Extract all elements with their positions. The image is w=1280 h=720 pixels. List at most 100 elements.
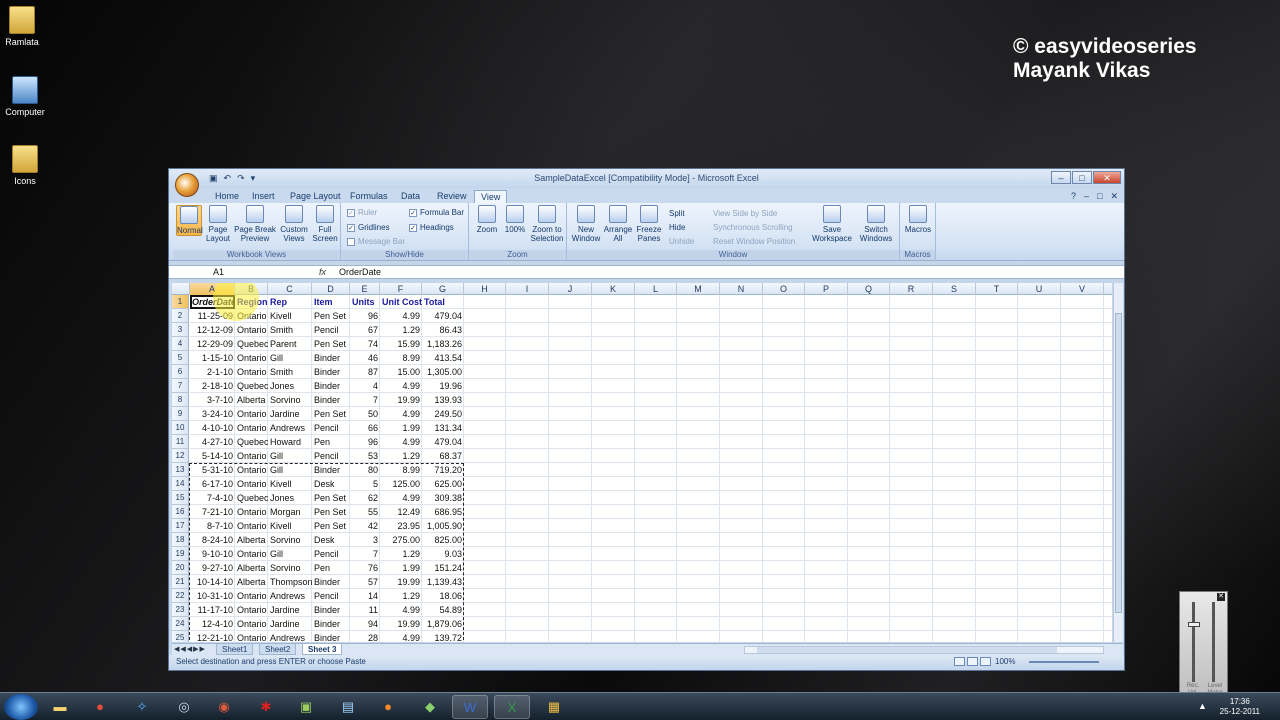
formula-input[interactable]: OrderDate bbox=[339, 267, 381, 277]
app-icon[interactable]: ▦ bbox=[536, 695, 572, 719]
table-cell[interactable]: 7 bbox=[350, 393, 380, 407]
table-cell[interactable]: 1,183.26 bbox=[422, 337, 464, 351]
column-header-f[interactable]: F bbox=[380, 283, 422, 295]
table-cell[interactable]: 131.34 bbox=[422, 421, 464, 435]
zoom-slider[interactable] bbox=[1029, 661, 1099, 663]
unhide-button[interactable]: Unhide bbox=[669, 237, 694, 246]
sheet-tab-sheet1[interactable]: Sheet1 bbox=[216, 644, 254, 655]
row-header[interactable]: 1 bbox=[172, 295, 189, 309]
table-cell[interactable]: 96 bbox=[350, 435, 380, 449]
table-cell[interactable]: 5-14-10 bbox=[190, 449, 235, 463]
row-header[interactable]: 3 bbox=[172, 323, 189, 337]
table-cell[interactable]: Quebec bbox=[235, 435, 268, 449]
macros-button[interactable]: Macros bbox=[903, 205, 933, 234]
explorer-icon[interactable]: ▬ bbox=[42, 695, 78, 719]
table-cell[interactable]: 74 bbox=[350, 337, 380, 351]
maximize-button[interactable]: □ bbox=[1072, 171, 1092, 184]
table-cell[interactable]: 1.29 bbox=[380, 323, 422, 337]
app-icon[interactable]: ▤ bbox=[330, 695, 366, 719]
table-cell[interactable]: Gill bbox=[268, 351, 312, 365]
select-all-corner[interactable] bbox=[172, 283, 190, 295]
ribbon-minimize-icon[interactable]: – bbox=[1084, 191, 1089, 202]
table-cell[interactable]: 4-10-10 bbox=[190, 421, 235, 435]
hide-button[interactable]: Hide bbox=[669, 223, 685, 232]
table-cell[interactable]: Binder bbox=[312, 379, 350, 393]
table-cell[interactable]: 68.37 bbox=[422, 449, 464, 463]
table-cell[interactable]: 139.93 bbox=[422, 393, 464, 407]
table-cell[interactable]: 96 bbox=[350, 309, 380, 323]
tab-review[interactable]: Review bbox=[431, 190, 473, 203]
column-header-i[interactable]: I bbox=[506, 283, 549, 295]
row-header[interactable]: 18 bbox=[172, 533, 189, 547]
table-cell[interactable]: Ontario bbox=[235, 421, 268, 435]
scroll-thumb[interactable] bbox=[757, 647, 1057, 653]
table-cell[interactable]: Ontario bbox=[235, 449, 268, 463]
table-cell[interactable]: 1-15-10 bbox=[190, 351, 235, 365]
table-cell[interactable]: 4.99 bbox=[380, 379, 422, 393]
page-break-icon[interactable] bbox=[980, 657, 991, 666]
name-box[interactable]: A1 bbox=[171, 267, 276, 278]
table-cell[interactable]: 67 bbox=[350, 323, 380, 337]
synchronous-scrolling-button[interactable]: Synchronous Scrolling bbox=[713, 223, 793, 232]
table-cell[interactable]: 413.54 bbox=[422, 351, 464, 365]
column-header-n[interactable]: N bbox=[720, 283, 763, 295]
column-title-cell[interactable]: Unit Cost bbox=[380, 295, 422, 309]
sheet-nav-arrows[interactable]: ◀◀◀▶▶ bbox=[174, 645, 206, 653]
table-cell[interactable]: 19.99 bbox=[380, 393, 422, 407]
desktop-icon-ramlata[interactable]: Ramlata bbox=[0, 6, 52, 47]
rec-volume-track[interactable] bbox=[1192, 602, 1195, 682]
row-header[interactable]: 14 bbox=[172, 477, 189, 491]
row-header[interactable]: 22 bbox=[172, 589, 189, 603]
table-cell[interactable]: 15.00 bbox=[380, 365, 422, 379]
horizontal-scrollbar[interactable] bbox=[744, 646, 1104, 654]
excel-icon[interactable]: X bbox=[494, 695, 530, 719]
table-cell[interactable]: Kivell bbox=[268, 309, 312, 323]
column-header-u[interactable]: U bbox=[1018, 283, 1061, 295]
row-header[interactable]: 9 bbox=[172, 407, 189, 421]
tab-page-layout[interactable]: Page Layout bbox=[284, 190, 347, 203]
rec-volume-knob[interactable] bbox=[1188, 622, 1200, 627]
table-cell[interactable]: Quebec bbox=[235, 379, 268, 393]
table-cell[interactable]: Quebec bbox=[235, 337, 268, 351]
table-cell[interactable]: 2-1-10 bbox=[190, 365, 235, 379]
column-header-h[interactable]: H bbox=[464, 283, 506, 295]
sheet-tab-sheet2[interactable]: Sheet2 bbox=[259, 644, 297, 655]
table-cell[interactable]: 66 bbox=[350, 421, 380, 435]
ribbon-restore-icon[interactable]: □ bbox=[1097, 191, 1102, 202]
row-header[interactable]: 24 bbox=[172, 617, 189, 631]
table-cell[interactable]: 3-24-10 bbox=[190, 407, 235, 421]
row-header[interactable]: 20 bbox=[172, 561, 189, 575]
zoom-button[interactable]: Zoom bbox=[473, 205, 501, 234]
page-break-preview-button[interactable]: Page Break Preview bbox=[233, 205, 277, 243]
ribbon-close-icon[interactable]: ✕ bbox=[1110, 191, 1118, 202]
table-cell[interactable]: Binder bbox=[312, 393, 350, 407]
column-title-cell[interactable]: Units bbox=[350, 295, 380, 309]
close-icon[interactable]: ✕ bbox=[1217, 593, 1225, 601]
row-header[interactable]: 7 bbox=[172, 379, 189, 393]
word-icon[interactable]: W bbox=[452, 695, 488, 719]
switch-windows-button[interactable]: Switch Windows bbox=[855, 205, 897, 243]
tab-data[interactable]: Data bbox=[395, 190, 426, 203]
zoom-100-button[interactable]: 100% bbox=[503, 205, 527, 234]
row-header[interactable]: 21 bbox=[172, 575, 189, 589]
clock[interactable]: 17:36 25-12-2011 bbox=[1220, 697, 1260, 717]
new-window-button[interactable]: New Window bbox=[571, 205, 601, 243]
row-header[interactable]: 11 bbox=[172, 435, 189, 449]
column-header-c[interactable]: C bbox=[268, 283, 312, 295]
column-header-l[interactable]: L bbox=[635, 283, 677, 295]
table-cell[interactable]: Pencil bbox=[312, 323, 350, 337]
app-icon[interactable]: ✧ bbox=[124, 695, 160, 719]
row-header[interactable]: 6 bbox=[172, 365, 189, 379]
close-button[interactable]: ✕ bbox=[1093, 171, 1121, 184]
table-cell[interactable]: Ontario bbox=[235, 365, 268, 379]
row-header[interactable]: 19 bbox=[172, 547, 189, 561]
table-cell[interactable]: Pen Set bbox=[312, 407, 350, 421]
vertical-scrollbar[interactable] bbox=[1113, 283, 1123, 642]
table-cell[interactable]: Jones bbox=[268, 379, 312, 393]
reset-window-position-button[interactable]: Reset Window Position bbox=[713, 237, 795, 246]
table-cell[interactable]: Pen Set bbox=[312, 309, 350, 323]
arrange-all-button[interactable]: Arrange All bbox=[603, 205, 633, 243]
zoom-level[interactable]: 100% bbox=[995, 657, 1015, 666]
table-cell[interactable]: 3-7-10 bbox=[190, 393, 235, 407]
table-cell[interactable]: 4-27-10 bbox=[190, 435, 235, 449]
